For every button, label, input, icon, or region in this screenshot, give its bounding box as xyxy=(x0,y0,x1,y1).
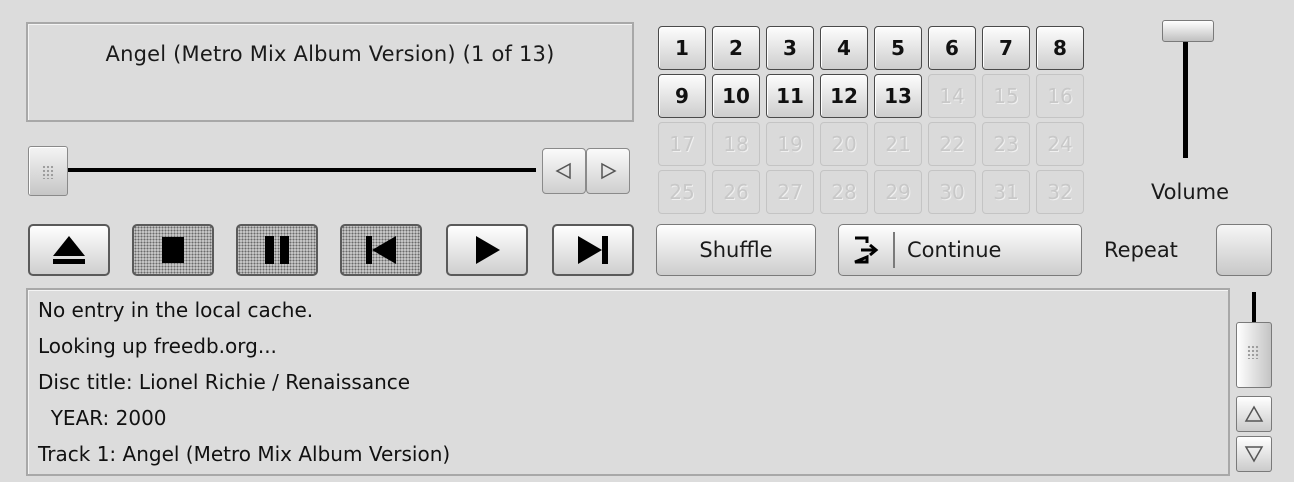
volume-slider-thumb[interactable] xyxy=(1162,20,1214,42)
scrollbar-thumb[interactable] xyxy=(1236,322,1272,388)
track-button-25: 25 xyxy=(658,170,706,214)
volume-label: Volume xyxy=(1150,180,1230,204)
track-button-9[interactable]: 9 xyxy=(658,74,706,118)
skip-forward-icon xyxy=(578,236,608,264)
position-slider-track[interactable] xyxy=(44,168,536,172)
track-button-3[interactable]: 3 xyxy=(766,26,814,70)
pause-button[interactable] xyxy=(236,224,318,276)
triangle-down-icon xyxy=(1244,446,1264,463)
grip-icon xyxy=(1247,345,1259,359)
log-line: Disc title: Lionel Richie / Renaissance xyxy=(38,370,411,394)
track-button-29: 29 xyxy=(874,170,922,214)
seek-forward-button[interactable] xyxy=(586,148,630,194)
continue-label: Continue xyxy=(907,238,1002,262)
track-button-7[interactable]: 7 xyxy=(982,26,1030,70)
track-button-14: 14 xyxy=(928,74,976,118)
continue-button[interactable]: Continue xyxy=(838,224,1082,276)
track-button-12[interactable]: 12 xyxy=(820,74,868,118)
scroll-down-button[interactable] xyxy=(1236,436,1272,472)
track-button-16: 16 xyxy=(1036,74,1084,118)
repeat-label: Repeat xyxy=(1104,238,1178,262)
track-button-32: 32 xyxy=(1036,170,1084,214)
triangle-right-icon xyxy=(601,162,617,180)
track-button-5[interactable]: 5 xyxy=(874,26,922,70)
track-button-21: 21 xyxy=(874,122,922,166)
track-button-19: 19 xyxy=(766,122,814,166)
triangle-up-icon xyxy=(1244,405,1264,422)
track-button-15: 15 xyxy=(982,74,1030,118)
scroll-up-button[interactable] xyxy=(1236,396,1272,432)
track-button-28: 28 xyxy=(820,170,868,214)
shuffle-label: Shuffle xyxy=(699,238,773,262)
track-button-13[interactable]: 13 xyxy=(874,74,922,118)
track-button-30: 30 xyxy=(928,170,976,214)
track-button-11[interactable]: 11 xyxy=(766,74,814,118)
track-button-31: 31 xyxy=(982,170,1030,214)
track-button-6[interactable]: 6 xyxy=(928,26,976,70)
track-button-8[interactable]: 8 xyxy=(1036,26,1084,70)
play-icon xyxy=(476,236,500,264)
stop-button[interactable] xyxy=(132,224,214,276)
track-button-2[interactable]: 2 xyxy=(712,26,760,70)
track-button-22: 22 xyxy=(928,122,976,166)
position-slider-thumb[interactable] xyxy=(28,146,68,196)
info-log: No entry in the local cache. Looking up … xyxy=(26,288,1230,476)
track-button-27: 27 xyxy=(766,170,814,214)
log-line: No entry in the local cache. xyxy=(38,298,314,322)
previous-track-button[interactable] xyxy=(340,224,422,276)
triangle-left-icon xyxy=(555,162,571,180)
log-line: YEAR: 2000 xyxy=(38,406,167,430)
track-button-23: 23 xyxy=(982,122,1030,166)
play-button[interactable] xyxy=(446,224,528,276)
track-button-17: 17 xyxy=(658,122,706,166)
pause-icon xyxy=(265,236,289,264)
continue-arrow-icon xyxy=(854,236,879,264)
track-button-18: 18 xyxy=(712,122,760,166)
now-playing-title: Angel (Metro Mix Album Version) (1 of 13… xyxy=(105,42,555,66)
now-playing-display: Angel (Metro Mix Album Version) (1 of 13… xyxy=(26,22,634,122)
button-divider xyxy=(893,232,895,268)
track-button-1[interactable]: 1 xyxy=(658,26,706,70)
log-line: Looking up freedb.org... xyxy=(38,334,277,358)
eject-button[interactable] xyxy=(28,224,110,276)
track-button-10[interactable]: 10 xyxy=(712,74,760,118)
track-button-20: 20 xyxy=(820,122,868,166)
log-line: Track 1: Angel (Metro Mix Album Version) xyxy=(38,442,451,466)
skip-back-icon xyxy=(366,236,396,264)
shuffle-button[interactable]: Shuffle xyxy=(656,224,816,276)
seek-back-button[interactable] xyxy=(542,148,586,194)
scrollbar-track[interactable] xyxy=(1252,292,1256,324)
eject-icon xyxy=(53,236,85,264)
stop-icon xyxy=(162,237,184,263)
track-button-4[interactable]: 4 xyxy=(820,26,868,70)
grip-icon xyxy=(42,165,54,179)
next-track-button[interactable] xyxy=(552,224,634,276)
repeat-toggle[interactable] xyxy=(1216,224,1272,276)
track-button-24: 24 xyxy=(1036,122,1084,166)
volume-slider-track[interactable] xyxy=(1183,36,1188,158)
track-button-26: 26 xyxy=(712,170,760,214)
